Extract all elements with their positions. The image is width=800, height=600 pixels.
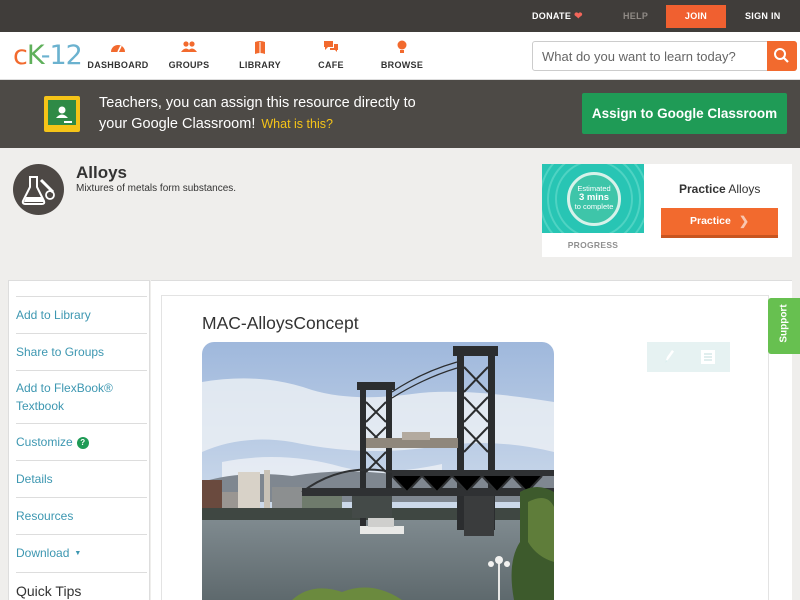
library-icon — [220, 40, 300, 58]
modality-tools — [647, 342, 730, 372]
nav-library-label: LIBRARY — [239, 60, 281, 70]
nav-cafe-label: CAFE — [318, 60, 344, 70]
practice-title: Practice Alloys — [679, 182, 760, 196]
nav-browse-label: BROWSE — [380, 60, 424, 70]
cafe-icon — [291, 40, 371, 58]
nav-library[interactable]: LIBRARY — [220, 40, 300, 70]
nav-groups-label: GROUPS — [168, 60, 210, 70]
banner-line-1: Teachers, you can assign this resource d… — [99, 95, 416, 111]
concept-description: Mixtures of metals form substances. — [76, 183, 237, 194]
nav-dashboard[interactable]: DASHBOARD — [78, 40, 158, 70]
to-complete-label: to complete — [574, 202, 614, 211]
help-circle-icon[interactable]: ? — [76, 437, 89, 449]
pencil-icon[interactable] — [661, 348, 677, 366]
join-button[interactable]: JOIN — [666, 5, 726, 28]
progress-label: PROGRESS — [567, 240, 619, 250]
sign-in-link[interactable]: SIGN IN — [745, 0, 781, 32]
assign-to-google-classroom-button[interactable]: Assign to Google Classroom — [582, 93, 787, 134]
sidebar-details[interactable]: Details — [16, 460, 147, 497]
download-label: Download — [16, 546, 70, 560]
chemistry-flask-icon — [13, 164, 64, 215]
top-utility-bar: DONATE ❤ HELP JOIN SIGN IN — [0, 0, 800, 32]
modality-title: MAC-AlloysConcept — [202, 313, 359, 333]
quick-tips-heading: Quick Tips — [16, 572, 147, 599]
practice-title-topic: Alloys — [728, 182, 761, 196]
practice-button[interactable]: Practice ❯ — [661, 208, 778, 238]
customize-label: Customize — [16, 435, 73, 449]
logo-c: c — [13, 40, 28, 71]
nav-browse[interactable]: BROWSE — [362, 40, 442, 70]
donate-label: DONATE — [532, 11, 572, 21]
sidebar-share-to-groups[interactable]: Share to Groups — [16, 333, 147, 370]
sidebar-customize[interactable]: Customize? — [16, 423, 147, 460]
search-box — [532, 41, 797, 71]
what-is-this-link[interactable]: What is this? — [261, 117, 333, 131]
search-input[interactable] — [533, 42, 769, 70]
concept-image[interactable] — [202, 342, 554, 600]
concept-title: Alloys — [76, 163, 128, 182]
groups-icon — [149, 40, 229, 58]
banner-line-2: your Google Classroom! — [99, 116, 256, 132]
main-navigation: cK-12 DASHBOARD GROUPS LIBRARY CAFE BROW… — [0, 32, 800, 80]
sidebar-actions: Add to Library Share to Groups Add to Fl… — [16, 296, 147, 599]
nav-dashboard-label: DASHBOARD — [87, 60, 149, 70]
ck12-logo[interactable]: cK-12 — [13, 40, 83, 71]
help-link[interactable]: HELP — [623, 0, 648, 32]
logo-k: K — [26, 40, 42, 71]
banner-text: Teachers, you can assign this resource d… — [99, 93, 569, 135]
nav-cafe[interactable]: CAFE — [291, 40, 371, 70]
practice-title-bold: Practice — [679, 182, 726, 196]
browse-icon — [362, 40, 442, 58]
dashboard-icon — [78, 40, 158, 58]
practice-card: Estimated 3 mins to complete PROGRESS Pr… — [542, 164, 792, 257]
sidebar-add-to-library[interactable]: Add to Library — [16, 296, 147, 333]
support-label: Support — [778, 304, 790, 343]
sidebar-download[interactable]: Download ▼ — [16, 534, 147, 572]
nav-groups[interactable]: GROUPS — [149, 40, 229, 70]
add-flexbook-line-1: Add to FlexBook® — [16, 381, 113, 395]
estimated-time-badge: Estimated 3 mins to complete — [567, 172, 621, 226]
estimated-mins: 3 mins — [578, 192, 610, 203]
search-button[interactable] — [767, 41, 797, 71]
support-tab[interactable]: Support — [768, 298, 800, 354]
progress-graphic: Estimated 3 mins to complete — [542, 164, 644, 233]
donate-link[interactable]: DONATE ❤ — [532, 0, 583, 32]
heart-icon: ❤ — [574, 11, 583, 22]
chevron-right-icon: ❯ — [739, 214, 750, 228]
logo-12: -12 — [40, 40, 83, 71]
caret-down-icon: ▼ — [74, 550, 82, 557]
sidebar-add-to-flexbook[interactable]: Add to FlexBook® Textbook — [16, 370, 147, 423]
search-icon — [774, 48, 789, 63]
notes-icon[interactable] — [700, 348, 716, 366]
google-classroom-icon — [44, 96, 80, 132]
add-flexbook-line-2: Textbook — [16, 399, 65, 413]
practice-button-label: Practice — [690, 215, 731, 227]
sidebar-resources[interactable]: Resources — [16, 497, 147, 534]
